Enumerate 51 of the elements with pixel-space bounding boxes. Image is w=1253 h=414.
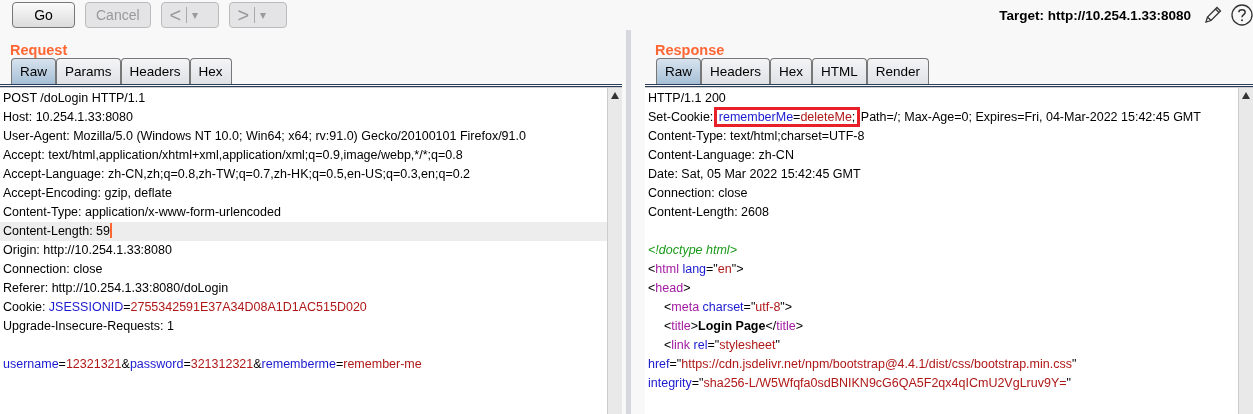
panel-title: Request xyxy=(9,41,69,57)
code-line: <title>Login Page</title> xyxy=(663,318,804,335)
code-line: POST /doLogin HTTP/1.1 xyxy=(2,90,147,107)
tab[interactable]: Raw xyxy=(11,58,56,84)
scrollbar[interactable] xyxy=(1238,88,1253,414)
tab[interactable]: Headers xyxy=(701,58,771,84)
tab[interactable]: Raw xyxy=(656,58,701,84)
code-line: href="https://cdn.jsdelivr.net/npm/bootstrap@4.4.1/dist/css/bootstrap.min.css" xyxy=(647,356,1078,373)
scroll-up-icon[interactable] xyxy=(611,92,619,99)
code-line: <!doctype html> xyxy=(647,242,738,259)
scroll-up-icon[interactable] xyxy=(1242,92,1250,99)
code-line: Connection: close xyxy=(647,185,749,202)
editor-panel[interactable] xyxy=(0,87,622,414)
code-line: Content-Language: zh-CN xyxy=(647,147,795,164)
tab[interactable]: Hex xyxy=(770,58,813,84)
code-line: username=12321321&password=321312321&rememberme=remember-me xyxy=(2,356,423,373)
code-line: HTTP/1.1 200 xyxy=(647,90,727,107)
code-line: User-Agent: Mozilla/5.0 (Windows NT 10.0; Win64; x64; rv:91.0) Gecko/20100101 Firefox/91.0 xyxy=(2,128,527,145)
panel-title: Response xyxy=(654,41,726,57)
code-line: Content-Length: 2608 xyxy=(647,204,770,221)
code-line: Content-Type: text/html;charset=UTF-8 xyxy=(647,128,866,145)
code-line: Content-Type: application/x-www-form-urlencoded xyxy=(2,204,282,221)
code-line: Date: Sat, 05 Mar 2022 15:42:45 GMT xyxy=(647,166,862,183)
code-line: Accept-Language: zh-CN,zh;q=0.8,zh-TW;q=0.7,zh-HK;q=0.5,en-US;q=0.3,en;q=0.2 xyxy=(2,166,472,183)
code-line: Host: 10.254.1.33:8080 xyxy=(2,109,134,126)
tab[interactable]: Headers xyxy=(120,58,190,84)
code-line: <link rel="stylesheet" xyxy=(663,337,781,354)
tab[interactable]: Render xyxy=(866,58,930,84)
tab[interactable]: HTML xyxy=(812,58,867,84)
code-line: <head> xyxy=(647,280,692,297)
target-label: Target: http://10.254.1.33:8080 xyxy=(999,7,1191,23)
pencil-icon[interactable] xyxy=(1203,5,1223,25)
code-text: Set-Cookie: xyxy=(648,110,715,124)
code-line: <meta charset="utf-8"> xyxy=(663,299,794,316)
code-line: Connection: close xyxy=(2,261,104,278)
tab[interactable]: Params xyxy=(56,58,121,84)
code-line: Accept-Encoding: gzip, deflate xyxy=(2,185,173,202)
editor-panel[interactable] xyxy=(645,87,1253,414)
code-line: <html lang="en"> xyxy=(647,261,745,278)
code-line: Cookie: JSESSIONID=2755342591E37A34D08A1D1AC515D020 xyxy=(2,299,368,316)
code-line: Accept: text/html,application/xhtml+xml,application/xml;q=0.9,image/webp,*/*;q=0.8 xyxy=(2,147,464,164)
highlight-box: rememberMe=deleteMe; xyxy=(716,110,858,124)
code-line: Referer: http://10.254.1.33:8080/doLogin xyxy=(2,280,230,297)
tab[interactable]: Hex xyxy=(189,58,232,84)
help-icon[interactable] xyxy=(1231,4,1253,26)
code-line: Upgrade-Insecure-Requests: 1 xyxy=(2,318,175,335)
code-line: Origin: http://10.254.1.33:8080 xyxy=(2,242,173,259)
code-line: integrity="sha256-L/W5Wfqfa0sdBNIKN9cG6QA5F2qx4qICmU2VgLruv9Y=" xyxy=(647,375,1072,392)
scrollbar[interactable] xyxy=(607,88,622,414)
code-text: Path=/; Max-Age=0; Expires=Fri, 04-Mar-2022 15:42:45 GMT xyxy=(859,110,1201,124)
toolbar-button[interactable]: Go xyxy=(12,2,75,28)
